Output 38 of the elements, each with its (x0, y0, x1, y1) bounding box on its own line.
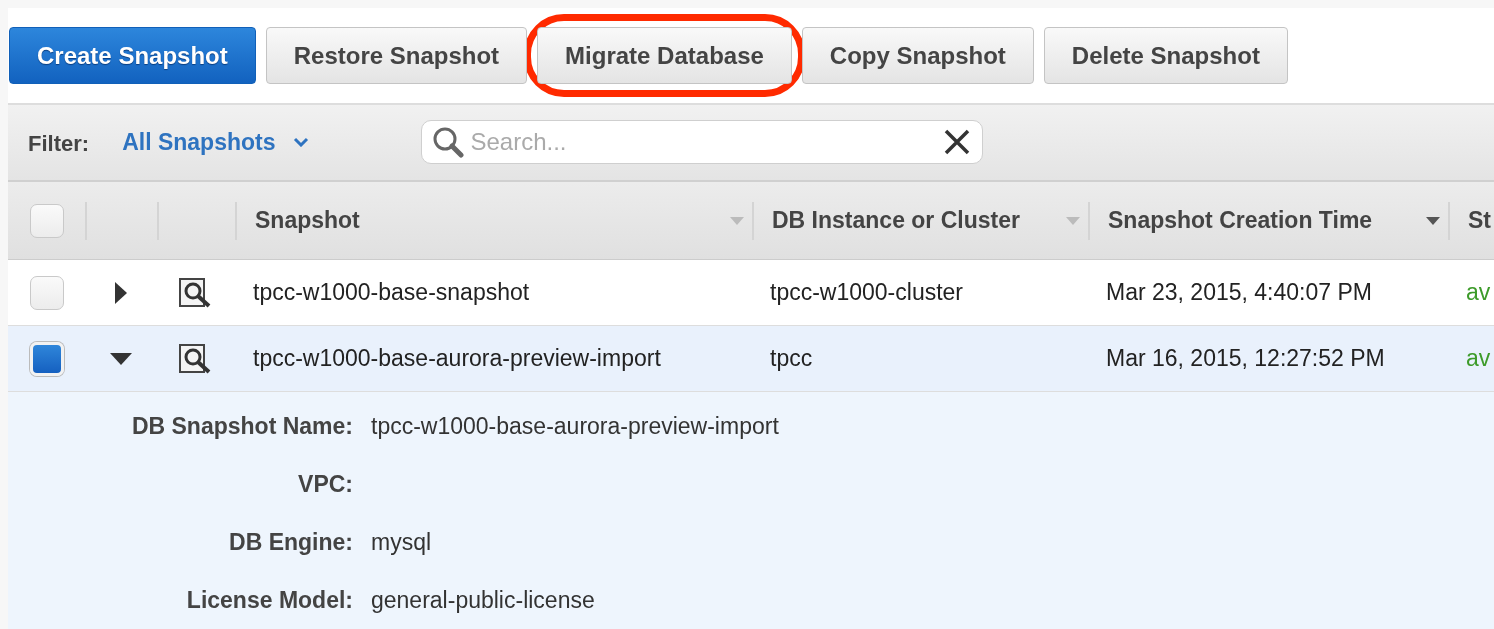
table-cell-text: av (1465, 345, 1492, 373)
detail-value: mysql (371, 528, 433, 556)
column-header[interactable]: Snapshot Creation Time (1108, 207, 1373, 235)
sort-icon[interactable] (1426, 216, 1440, 225)
caret-right-icon[interactable] (115, 281, 127, 304)
zoom-icon[interactable] (179, 277, 213, 308)
table-cell-text: av (1465, 279, 1492, 307)
column-header[interactable]: Snapshot (255, 207, 360, 235)
row-checkbox[interactable] (29, 275, 64, 310)
detail-value: tpcc-w1000-base-aurora-preview-import (371, 412, 780, 440)
toolbar-button[interactable]: Migrate Database (537, 27, 792, 84)
toolbar-button[interactable]: Delete Snapshot (1043, 27, 1288, 84)
detail-label: DB Snapshot Name: (130, 412, 353, 440)
chevron-icon (293, 137, 310, 148)
detail-label: License Model: (185, 586, 353, 614)
search-icon (432, 126, 465, 159)
zoom-icon[interactable] (179, 343, 213, 374)
table-cell-text: tpcc-w1000-base-aurora-preview-import (252, 345, 662, 373)
filter-label: Filter: (28, 131, 90, 158)
table-cell-text: tpcc-w1000-cluster (769, 279, 965, 307)
filter-dropdown[interactable]: All Snapshots (122, 128, 310, 156)
table-cell-text: Mar 23, 2015, 4:40:07 PM (1105, 279, 1373, 307)
toolbar-button[interactable]: Restore Snapshot (265, 27, 528, 84)
column-header[interactable]: DB Instance or Cluster (772, 207, 1020, 235)
detail-label: VPC: (297, 470, 353, 498)
table-cell-text: Mar 16, 2015, 12:27:52 PM (1105, 345, 1386, 373)
search-field[interactable]: Search... (421, 120, 984, 165)
detail-label: DB Engine: (228, 528, 353, 556)
toolbar-button[interactable]: Copy Snapshot (801, 27, 1034, 84)
table-row[interactable]: tpcc-w1000-base-aurora-preview-import tpcc Mar 16, 2015, 12:27:52 PM av (8, 326, 1494, 392)
table-cell-text: tpcc (769, 345, 814, 373)
close-icon[interactable] (944, 129, 971, 156)
select-all-checkbox[interactable] (29, 203, 64, 238)
caret-down-icon[interactable] (110, 352, 132, 365)
toolbar-button[interactable]: Create Snapshot (9, 27, 256, 84)
detail-value: general-public-license (371, 586, 596, 614)
table-cell-text: tpcc-w1000-base-snapshot (252, 279, 531, 307)
column-header[interactable]: St (1468, 207, 1491, 235)
